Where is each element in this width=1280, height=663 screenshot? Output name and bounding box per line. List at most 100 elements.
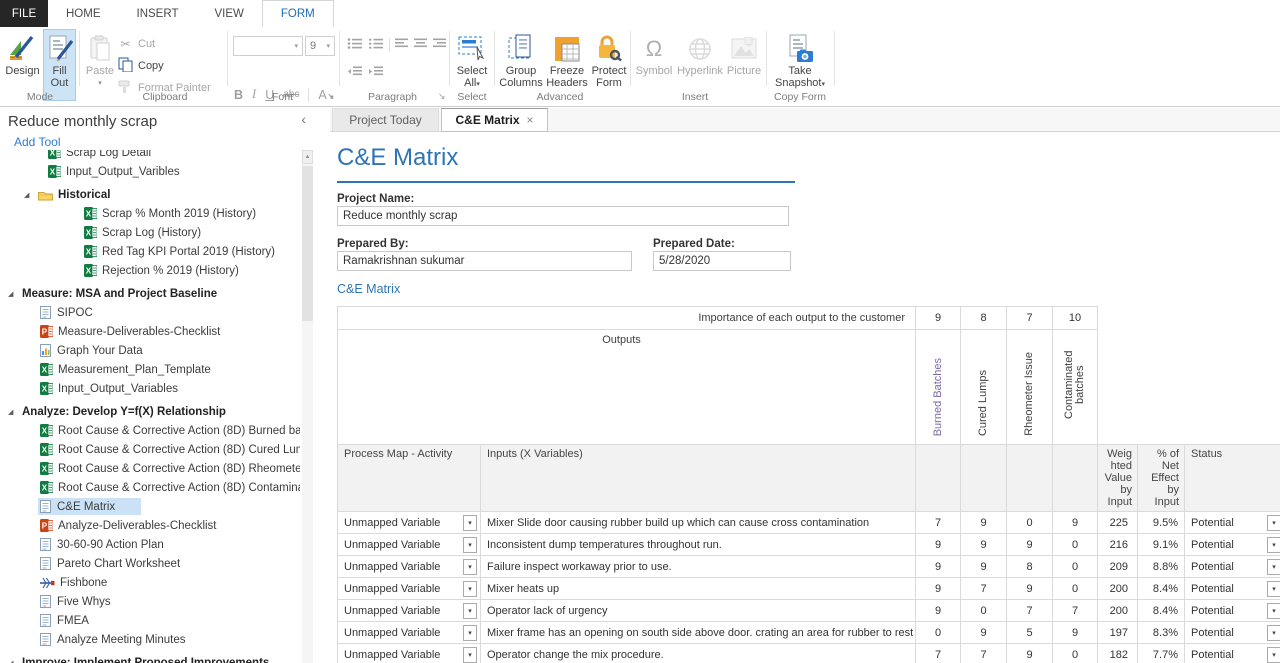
- tree-item-root-cause-corrective-action-8d-cured-lump[interactable]: XRoot Cause & Corrective Action (8D) Cur…: [0, 440, 300, 459]
- status-dropdown[interactable]: Potential▾: [1185, 600, 1280, 622]
- score-cell-1[interactable]: 7: [916, 512, 961, 534]
- dropdown-button[interactable]: ▾: [463, 559, 477, 575]
- tree-item-measurement-plan-template[interactable]: XMeasurement_Plan_Template: [0, 360, 300, 379]
- decrease-indent-button[interactable]: [347, 65, 363, 81]
- dropdown-button[interactable]: ▾: [463, 647, 477, 663]
- font-dialog-launcher-icon[interactable]: ↘: [327, 91, 335, 102]
- tree-group-measure-msa-and-project-baseline[interactable]: ◢Measure: MSA and Project Baseline: [0, 284, 300, 303]
- bullet-list-button[interactable]: [347, 37, 363, 53]
- output-header-cured-lumps[interactable]: Cured Lumps: [961, 330, 1007, 445]
- input-variable-cell[interactable]: Mixer Slide door causing rubber build up…: [481, 512, 916, 534]
- tree-item-root-cause-corrective-action-8d-burned-bat[interactable]: XRoot Cause & Corrective Action (8D) Bur…: [0, 421, 300, 440]
- scrollbar-up-arrow-icon[interactable]: ▲: [302, 150, 313, 164]
- score-cell-1[interactable]: 7: [916, 644, 961, 663]
- font-name-select[interactable]: ▾: [233, 36, 303, 56]
- score-cell-4[interactable]: 0: [1053, 578, 1098, 600]
- score-cell-4[interactable]: 9: [1053, 512, 1098, 534]
- tree-group-historical[interactable]: ◢Historical: [0, 185, 300, 204]
- score-cell-4[interactable]: 0: [1053, 556, 1098, 578]
- status-dropdown[interactable]: Potential▾: [1185, 622, 1280, 644]
- tree-item-30-60-90-action-plan[interactable]: 30-60-90 Action Plan: [0, 535, 300, 554]
- input-variable-cell[interactable]: Inconsistent dump temperatures throughou…: [481, 534, 916, 556]
- score-cell-3[interactable]: 9: [1007, 578, 1053, 600]
- increase-indent-button[interactable]: [368, 65, 384, 81]
- tree-item-input-output-variables[interactable]: XInput_Output_Variables: [0, 379, 300, 398]
- dropdown-button[interactable]: ▾: [463, 581, 477, 597]
- tree-item-rejection-2019-history[interactable]: XRejection % 2019 (History): [0, 261, 300, 280]
- process-map-dropdown[interactable]: Unmapped Variable▾: [338, 578, 481, 600]
- tree-item-fmea[interactable]: FMEA: [0, 611, 300, 630]
- tree-item-scrap-month-2019-history[interactable]: XScrap % Month 2019 (History): [0, 204, 300, 223]
- status-dropdown[interactable]: Potential▾: [1185, 512, 1280, 534]
- dropdown-button[interactable]: ▾: [463, 515, 477, 531]
- score-cell-2[interactable]: 7: [961, 578, 1007, 600]
- dropdown-button[interactable]: ▾: [1267, 559, 1280, 575]
- score-cell-1[interactable]: 9: [916, 556, 961, 578]
- font-size-select[interactable]: 9 ▾: [305, 36, 335, 56]
- tree-item-analyze-deliverables-checklist[interactable]: PAnalyze-Deliverables-Checklist: [0, 516, 300, 535]
- tree-item-scrap-log-history[interactable]: XScrap Log (History): [0, 223, 300, 242]
- output-header-contaminated-batches[interactable]: Contaminated batches: [1053, 330, 1098, 445]
- importance-value-2[interactable]: 8: [961, 307, 1007, 330]
- dropdown-button[interactable]: ▾: [1267, 603, 1280, 619]
- status-dropdown[interactable]: Potential▾: [1185, 556, 1280, 578]
- expander-icon[interactable]: ◢: [24, 191, 32, 199]
- scrollbar-thumb[interactable]: [302, 166, 313, 321]
- expander-icon[interactable]: ◢: [8, 290, 16, 298]
- status-dropdown[interactable]: Potential▾: [1185, 644, 1280, 663]
- score-cell-3[interactable]: 9: [1007, 644, 1053, 663]
- dropdown-button[interactable]: ▾: [1267, 647, 1280, 663]
- process-map-dropdown[interactable]: Unmapped Variable▾: [338, 512, 481, 534]
- tree-item-analyze-meeting-minutes[interactable]: Analyze Meeting Minutes: [0, 630, 300, 649]
- dropdown-button[interactable]: ▾: [463, 603, 477, 619]
- tab-home[interactable]: HOME: [48, 0, 119, 27]
- tree-item-root-cause-corrective-action-8d-rheometer-[interactable]: XRoot Cause & Corrective Action (8D) Rhe…: [0, 459, 300, 478]
- score-cell-1[interactable]: 9: [916, 600, 961, 622]
- process-map-dropdown[interactable]: Unmapped Variable▾: [338, 622, 481, 644]
- tab-ce-matrix[interactable]: C&E Matrix ×: [441, 108, 548, 132]
- dropdown-button[interactable]: ▾: [463, 537, 477, 553]
- score-cell-3[interactable]: 7: [1007, 600, 1053, 622]
- expander-icon[interactable]: ◢: [8, 408, 16, 416]
- cut-button[interactable]: ✂ Cut: [116, 34, 155, 54]
- prepared-date-input[interactable]: [653, 251, 791, 271]
- score-cell-2[interactable]: 7: [961, 644, 1007, 663]
- importance-value-4[interactable]: 10: [1053, 307, 1098, 330]
- tree-group-analyze-develop-y-f-x-relationship[interactable]: ◢Analyze: Develop Y=f(X) Relationship: [0, 402, 300, 421]
- ce-matrix-section-link[interactable]: C&E Matrix: [337, 282, 400, 296]
- score-cell-3[interactable]: 9: [1007, 534, 1053, 556]
- score-cell-3[interactable]: 8: [1007, 556, 1053, 578]
- score-cell-4[interactable]: 0: [1053, 534, 1098, 556]
- score-cell-4[interactable]: 0: [1053, 644, 1098, 663]
- output-header-burned-batches[interactable]: Burned Batches: [916, 330, 961, 445]
- score-cell-2[interactable]: 9: [961, 534, 1007, 556]
- tree-item-sipoc[interactable]: SIPOC: [0, 303, 300, 322]
- status-dropdown[interactable]: Potential▾: [1185, 578, 1280, 600]
- tree-item-measure-deliverables-checklist[interactable]: PMeasure-Deliverables-Checklist: [0, 322, 300, 341]
- process-map-dropdown[interactable]: Unmapped Variable▾: [338, 556, 481, 578]
- align-center-button[interactable]: [414, 37, 428, 53]
- align-right-button[interactable]: [433, 37, 447, 53]
- tree-item-five-whys[interactable]: Five Whys: [0, 592, 300, 611]
- tree-item-input-output-varibles[interactable]: XInput_Output_Varibles: [0, 162, 300, 181]
- tree-item-fishbone[interactable]: Fishbone: [0, 573, 300, 592]
- align-left-button[interactable]: [395, 37, 409, 53]
- prepared-by-input[interactable]: [337, 251, 632, 271]
- score-cell-4[interactable]: 9: [1053, 622, 1098, 644]
- tab-project-today[interactable]: Project Today: [332, 108, 439, 131]
- tab-form[interactable]: FORM: [262, 0, 334, 27]
- tree-item-pareto-chart-worksheet[interactable]: Pareto Chart Worksheet: [0, 554, 300, 573]
- file-tab[interactable]: FILE: [0, 0, 48, 27]
- project-name-input[interactable]: [337, 206, 789, 226]
- tab-view[interactable]: VIEW: [196, 0, 261, 27]
- dropdown-button[interactable]: ▾: [1267, 581, 1280, 597]
- score-cell-1[interactable]: 9: [916, 534, 961, 556]
- dropdown-button[interactable]: ▾: [1267, 537, 1280, 553]
- copy-button[interactable]: Copy: [116, 56, 164, 76]
- score-cell-2[interactable]: 9: [961, 556, 1007, 578]
- score-cell-3[interactable]: 5: [1007, 622, 1053, 644]
- input-variable-cell[interactable]: Mixer frame has an opening on south side…: [481, 622, 916, 644]
- input-variable-cell[interactable]: Operator change the mix procedure.: [481, 644, 916, 663]
- sidebar-scrollbar[interactable]: ▲: [302, 150, 313, 663]
- score-cell-2[interactable]: 9: [961, 622, 1007, 644]
